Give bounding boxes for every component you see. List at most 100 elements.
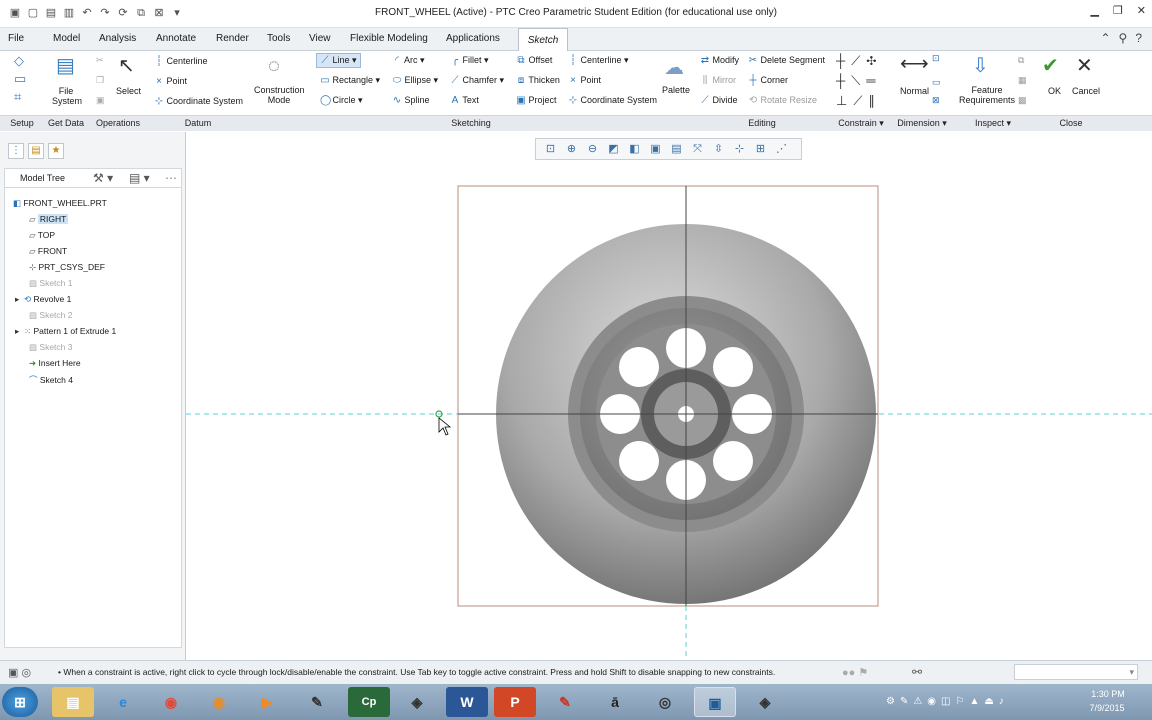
ok-label[interactable]: OK	[1048, 86, 1061, 96]
sketch-setup-icon[interactable]: ◇	[14, 53, 24, 69]
corner-button[interactable]: ┼ Corner	[748, 75, 788, 86]
tab-annotate[interactable]: Annotate	[156, 33, 196, 44]
group-setup-label[interactable]: Setup	[0, 115, 44, 131]
palette-label[interactable]: Palette	[662, 85, 690, 95]
perimeter-icon[interactable]: ⊠	[932, 95, 940, 106]
project-button[interactable]: ▣ Project	[516, 95, 556, 106]
dimension-display-icon[interactable]: ⇳	[710, 142, 727, 157]
rectangle-button[interactable]: ▭ Rectangle ▾	[320, 75, 380, 86]
delete-segment-button[interactable]: ✂ Delete Segment	[748, 55, 825, 66]
paint-icon[interactable]: ✎	[296, 687, 338, 717]
normal-dimension-icon[interactable]: ⟷	[900, 51, 929, 76]
feature-requirements-icon[interactable]: ⇩	[972, 53, 989, 78]
media-icon[interactable]: ◎	[644, 687, 686, 717]
sketch-canvas[interactable]	[186, 132, 1152, 660]
sketch-point-button[interactable]: × Point	[568, 75, 601, 86]
grid-display-icon[interactable]: ⊞	[752, 142, 769, 157]
model-tree-tab-icon[interactable]: ⋮	[8, 143, 24, 159]
minimize-icon[interactable]: ▁	[1090, 4, 1098, 17]
tab-file[interactable]: File	[8, 33, 24, 44]
explorer-icon[interactable]: ▤	[52, 687, 94, 717]
circle-button[interactable]: ◯ Circle ▾	[320, 95, 363, 106]
selection-filter-dropdown[interactable]: ▾	[1014, 664, 1138, 680]
favorites-tab-icon[interactable]: ★	[48, 143, 64, 159]
tab-analysis[interactable]: Analysis	[99, 33, 136, 44]
view-manager-icon[interactable]: ▤	[668, 142, 685, 157]
clock-date[interactable]: 7/9/2015	[1086, 703, 1128, 713]
tree-item-front[interactable]: ▱ FRONT	[29, 246, 67, 257]
refit-icon[interactable]: ⊡	[542, 142, 559, 157]
chrome-icon[interactable]: ◉	[150, 687, 192, 717]
mirror-button[interactable]: ⫼ Mirror	[700, 75, 736, 86]
arc-button[interactable]: ◜ Arc ▾	[392, 55, 424, 66]
expand-arrow-icon[interactable]: ▸	[15, 294, 19, 304]
modify-button[interactable]: ⇄ Modify	[700, 55, 739, 66]
construction-mode-icon[interactable]: ◌	[268, 55, 280, 78]
cancel-x-icon[interactable]: ✕	[1076, 53, 1093, 78]
constraint-icons-row-3[interactable]: ⊥⟋∥	[836, 93, 881, 109]
datum-display-icon[interactable]: ⤧	[689, 142, 706, 157]
media-player-icon[interactable]: ▶	[246, 687, 288, 717]
firefox-icon[interactable]: ◉	[198, 687, 240, 717]
sketch-view-icon[interactable]: ⌗	[14, 89, 21, 105]
settings-icon[interactable]: ⚒ ▾	[93, 171, 113, 185]
tab-render[interactable]: Render	[216, 33, 249, 44]
chamfer-button[interactable]: ⟋ Chamfer ▾	[450, 75, 505, 86]
group-operations-label[interactable]: Operations	[88, 115, 148, 131]
datum-centerline[interactable]: ┆ Centerline	[154, 56, 208, 67]
overlap-icon[interactable]: ⧉	[1018, 55, 1024, 66]
reference-icon[interactable]: ▭	[14, 71, 26, 87]
creo-taskbar-icon[interactable]: ▣	[694, 687, 736, 717]
tree-item-top[interactable]: ▱ TOP	[29, 230, 55, 241]
repaint-icon[interactable]: ◩	[605, 142, 622, 157]
cut-icon[interactable]: ✂	[96, 55, 104, 66]
display-style-icon[interactable]: ◧	[626, 142, 643, 157]
system-tray-icons[interactable]: ⚙✎⚠◉◫⚐▲⏏♪	[886, 696, 1009, 707]
line-button[interactable]: ⟋ Line ▾	[316, 53, 361, 68]
graphics-area[interactable]	[186, 132, 1152, 660]
reference-dim-icon[interactable]: ▭	[932, 77, 941, 88]
status-icons[interactable]: ▣ ◎	[8, 666, 31, 679]
tree-item-sketch-1[interactable]: ▨ Sketch 1	[29, 278, 72, 289]
palette-icon[interactable]: ☁	[664, 55, 684, 80]
tree-item-pattern-1[interactable]: ▸ ⁙ Pattern 1 of Extrude 1	[15, 326, 116, 337]
divide-button[interactable]: ⟋ Divide	[700, 95, 738, 106]
highlight-open-icon[interactable]: ▦	[1018, 75, 1027, 86]
group-dimension-label[interactable]: Dimension ▾	[892, 115, 952, 131]
select-arrow-icon[interactable]: ↖	[118, 53, 135, 78]
tree-item-insert-here[interactable]: ➜ Insert Here	[29, 358, 81, 369]
sketch-coordinate-system-button[interactable]: ⊹ Coordinate System	[568, 95, 657, 106]
tab-tools[interactable]: Tools	[267, 33, 290, 44]
fillet-button[interactable]: ╭ Fillet ▾	[450, 55, 489, 66]
datum-coordinate-system[interactable]: ⊹ Coordinate System	[154, 96, 243, 107]
cancel-label[interactable]: Cancel	[1072, 86, 1100, 96]
ampps-icon[interactable]: ā	[594, 687, 636, 717]
snipping-icon[interactable]: ✎	[544, 687, 586, 717]
group-constrain-label[interactable]: Constrain ▾	[830, 115, 892, 131]
captivate-icon[interactable]: Cp	[348, 687, 390, 717]
spline-button[interactable]: ∿ Spline	[392, 95, 430, 106]
tab-flexible-modeling[interactable]: Flexible Modeling	[350, 33, 428, 44]
clock-time[interactable]: 1:30 PM	[1088, 689, 1128, 699]
thicken-button[interactable]: ⧈ Thicken	[516, 75, 560, 86]
internet-explorer-icon[interactable]: e	[102, 687, 144, 717]
rotate-resize-button[interactable]: ⟲ Rotate Resize	[748, 95, 817, 106]
baseline-icon[interactable]: ⊡	[932, 53, 940, 64]
tree-item-right[interactable]: ▱ RIGHT	[29, 214, 69, 225]
group-inspect-label[interactable]: Inspect ▾	[952, 115, 1034, 131]
tab-model[interactable]: Model	[53, 33, 80, 44]
zoom-out-icon[interactable]: ⊖	[584, 142, 601, 157]
select-label[interactable]: Select	[116, 86, 141, 96]
show-icon[interactable]: ▤ ▾	[129, 171, 150, 185]
tab-sketch[interactable]: Sketch	[518, 28, 568, 51]
tree-item-front-wheel-prt[interactable]: ◧ FRONT_WHEEL.PRT	[13, 198, 107, 209]
sketch-centerline-button[interactable]: ┆ Centerline ▾	[568, 55, 629, 66]
tree-item-sketch-4[interactable]: ⌒ Sketch 4	[29, 374, 73, 386]
ellipse-button[interactable]: ⬭ Ellipse ▾	[392, 75, 438, 86]
ok-check-icon[interactable]: ✔	[1042, 53, 1059, 78]
close-icon[interactable]: ✕	[1137, 4, 1146, 17]
find-icon[interactable]: ⚯	[912, 665, 922, 679]
saved-orientations-icon[interactable]: ▣	[647, 142, 664, 157]
zoom-in-icon[interactable]: ⊕	[563, 142, 580, 157]
tool-icon[interactable]: ◈	[744, 687, 786, 717]
